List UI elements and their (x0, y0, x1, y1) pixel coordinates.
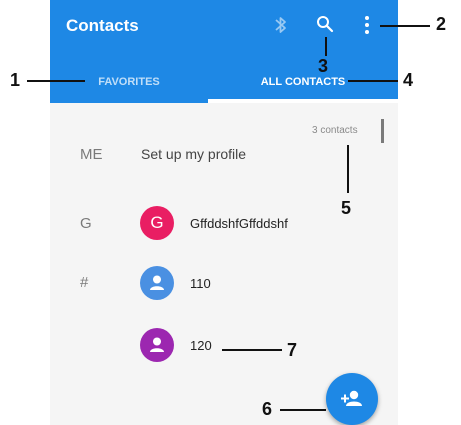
contact-list[interactable]: 3 contacts ME Set up my profile G G Gffd… (50, 103, 398, 425)
contact-count: 3 contacts (312, 125, 358, 136)
tab-favorites[interactable]: FAVORITES (50, 62, 208, 103)
callout-number: 6 (262, 399, 273, 419)
callout-line (222, 349, 282, 351)
callout-number: 4 (403, 70, 414, 90)
add-contact-button[interactable] (326, 373, 378, 425)
avatar-letter: G (150, 213, 164, 232)
callout-line (27, 80, 85, 82)
setup-profile-label: Set up my profile (141, 146, 247, 162)
person-icon (150, 337, 164, 352)
callout-number: 5 (341, 198, 352, 218)
bluetooth-icon[interactable] (274, 15, 288, 35)
add-person-icon (341, 390, 362, 406)
callout-number: 1 (10, 70, 21, 90)
app-title: Contacts (66, 16, 139, 35)
search-icon[interactable] (316, 15, 334, 33)
callout-number: 2 (436, 14, 447, 34)
callout-line (325, 37, 327, 56)
callout-line (348, 80, 398, 82)
avatar (140, 328, 174, 362)
contact-name: 120 (190, 338, 212, 353)
more-vert-icon[interactable] (363, 15, 371, 35)
tab-all-contacts[interactable]: ALL CONTACTS (208, 62, 398, 103)
contact-name: 110 (190, 276, 211, 291)
section-letter-g: G (80, 215, 92, 232)
avatar: G (140, 206, 174, 240)
contact-name: GffddshfGffddshf (190, 216, 288, 231)
callout-number: 7 (287, 340, 298, 360)
section-letter-me: ME (80, 146, 103, 163)
section-letter-hash: # (80, 274, 89, 291)
tab-bar: FAVORITES ALL CONTACTS (50, 62, 398, 103)
callout-number: 3 (318, 56, 329, 76)
app-bar: Contacts FAVORITES ALL CONTACTS (50, 0, 398, 103)
callout-line (347, 145, 349, 193)
callout-line (380, 25, 430, 27)
callout-line (280, 409, 326, 411)
avatar (140, 266, 174, 300)
person-icon (150, 275, 164, 290)
scrollbar[interactable] (381, 119, 384, 143)
